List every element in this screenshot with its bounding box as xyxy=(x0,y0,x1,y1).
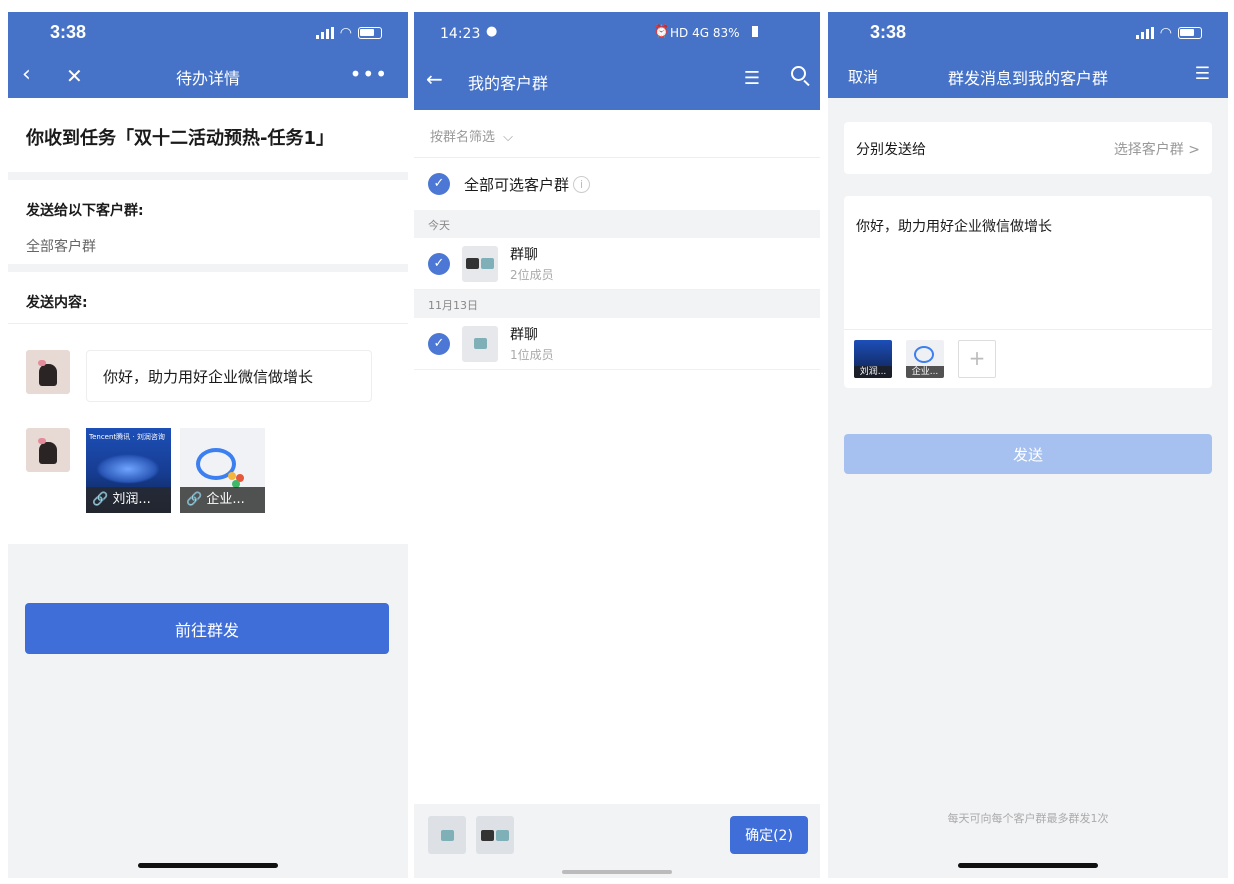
link-icon: 🔗 xyxy=(92,492,109,507)
section-header: 今天 xyxy=(414,210,820,238)
header: 3:38 ◠ ‹ ✕ 待办详情 ••• xyxy=(8,12,408,98)
link-caption: 刘润... xyxy=(112,492,151,507)
home-indicator xyxy=(138,863,278,868)
page-title: 待办详情 xyxy=(175,69,240,88)
message-editor: 你好，助力用好企业微信做增长 刘润... 企业... + xyxy=(844,196,1212,388)
group-members: 1位成员 xyxy=(510,348,554,362)
message-text: 你好，助力用好企业微信做增长 xyxy=(103,368,314,386)
card-brand: Tencent腾讯 · 刘润咨询 xyxy=(89,433,165,441)
attach-thumb-wecom[interactable]: 企业... xyxy=(906,340,944,378)
select-all-label: 全部可选客户群 xyxy=(464,175,570,194)
select-all-row[interactable]: ✓ 全部可选客户群 i xyxy=(414,158,820,210)
avatar xyxy=(26,350,70,394)
status-time: 3:38 xyxy=(870,22,907,42)
more-icon[interactable]: ••• xyxy=(350,62,388,86)
signal-icon xyxy=(315,27,334,39)
home-indicator xyxy=(562,870,672,874)
customer-group-screen: 14:23 ● ⏰ HD 4G 83% ← 我的客户群 ☰ 按群名筛选 ⌵ ✓ … xyxy=(414,12,820,878)
battery-icon xyxy=(1178,27,1202,39)
signal-icon xyxy=(1135,27,1154,39)
filter-label: 按群名筛选 xyxy=(430,130,496,145)
nav-bar: 取消 群发消息到我的客户群 ☰ xyxy=(828,54,1228,98)
link-caption: 企业... xyxy=(206,492,245,507)
send-to-label: 分别发送给 xyxy=(856,142,926,158)
stage-image xyxy=(96,454,160,484)
header: 3:38 ◠ 取消 群发消息到我的客户群 ☰ xyxy=(828,12,1228,98)
send-button[interactable]: 发送 xyxy=(844,434,1212,474)
checked-icon[interactable]: ✓ xyxy=(428,332,450,355)
filter-bar[interactable]: 按群名筛选 ⌵ xyxy=(414,110,820,158)
wifi-icon: ◠ xyxy=(1159,25,1172,41)
group-row[interactable]: ✓ 群聊 2位成员 xyxy=(414,238,820,290)
sort-icon[interactable]: ☰ xyxy=(744,68,760,89)
selected-group-avatar[interactable] xyxy=(476,816,514,854)
battery-icon xyxy=(752,26,758,37)
todo-detail-screen: 3:38 ◠ ‹ ✕ 待办详情 ••• 你收到任务「双十二活动预热-任务1」 发… xyxy=(8,12,408,878)
section-header: 11月13日 xyxy=(414,290,820,318)
wecom-logo-icon xyxy=(914,346,934,363)
task-title-card: 你收到任务「双十二活动预热-任务1」 xyxy=(8,98,408,172)
footer-note: 每天可向每个客户群最多群发1次 xyxy=(947,812,1109,825)
group-row[interactable]: ✓ 群聊 1位成员 xyxy=(414,318,820,370)
attach-caption: 企业... xyxy=(906,366,944,378)
link-card-article[interactable]: Tencent腾讯 · 刘润咨询 🔗 刘润... xyxy=(86,428,171,513)
message-textarea[interactable]: 你好，助力用好企业微信做增长 xyxy=(844,196,1212,330)
status-time: 3:38 xyxy=(50,22,87,42)
checked-icon[interactable]: ✓ xyxy=(428,173,450,195)
content-card: 发送内容: 你好，助力用好企业微信做增长 Tencent腾讯 · 刘润咨询 🔗 … xyxy=(8,272,408,544)
chevron-down-icon: ⌵ xyxy=(503,130,514,145)
send-to-value: 全部客户群 xyxy=(26,239,96,255)
status-right: HD 4G 83% xyxy=(670,26,740,40)
alarm-icon: ⏰ xyxy=(654,24,669,38)
page-title: 我的客户群 xyxy=(468,74,549,93)
page-title: 群发消息到我的客户群 xyxy=(947,69,1108,88)
go-broadcast-button[interactable]: 前往群发 xyxy=(25,603,389,654)
selected-group-avatar[interactable] xyxy=(428,816,466,854)
content-label: 发送内容: xyxy=(8,272,408,324)
send-to-row[interactable]: 分别发送给 选择客户群 > xyxy=(844,122,1212,174)
choose-group-link[interactable]: 选择客户群 > xyxy=(1114,139,1200,159)
status-bar: 3:38 ◠ xyxy=(828,12,1228,54)
home-indicator xyxy=(958,863,1098,868)
info-icon[interactable]: i xyxy=(573,175,591,193)
send-to-label: 发送给以下客户群: xyxy=(26,203,144,219)
link-card-wecom[interactable]: 🔗 企业... xyxy=(180,428,265,513)
checked-icon[interactable]: ✓ xyxy=(428,252,450,275)
group-name: 群聊 xyxy=(510,247,538,263)
message-bubble: 你好，助力用好企业微信做增长 xyxy=(86,350,372,402)
confirm-button[interactable]: 确定(2) xyxy=(730,816,808,854)
status-bar: 3:38 ◠ xyxy=(8,12,408,54)
avatar xyxy=(26,428,70,472)
group-members: 2位成员 xyxy=(510,268,554,282)
nav-bar: ← 我的客户群 ☰ xyxy=(414,52,820,110)
group-name: 群聊 xyxy=(510,327,538,343)
header: 14:23 ● ⏰ HD 4G 83% ← 我的客户群 ☰ xyxy=(414,12,820,110)
back-arrow-icon[interactable]: ← xyxy=(426,67,443,91)
battery-icon xyxy=(358,27,382,39)
nav-bar: ‹ ✕ 待办详情 ••• xyxy=(8,54,408,98)
status-icons: ◠ xyxy=(1135,25,1202,41)
wifi-icon: ◠ xyxy=(339,25,352,41)
group-avatar xyxy=(462,245,498,282)
history-icon[interactable]: ☰ xyxy=(1195,64,1210,84)
search-icon[interactable] xyxy=(791,66,806,81)
status-icons: ◠ xyxy=(315,25,382,41)
link-icon: 🔗 xyxy=(186,492,203,507)
attach-caption: 刘润... xyxy=(854,366,892,378)
selection-footer: 确定(2) xyxy=(414,804,820,878)
task-title: 你收到任务「双十二活动预热-任务1」 xyxy=(26,128,334,149)
send-to-card: 发送给以下客户群: 全部客户群 xyxy=(8,180,408,264)
broadcast-screen: 3:38 ◠ 取消 群发消息到我的客户群 ☰ 分别发送给 选择客户群 > 你好，… xyxy=(828,12,1228,878)
status-bar: 14:23 ● ⏰ HD 4G 83% xyxy=(414,12,820,52)
wechat-icon: ● xyxy=(486,24,498,39)
status-time: 14:23 xyxy=(440,26,481,42)
attach-thumb-article[interactable]: 刘润... xyxy=(854,340,892,378)
add-attachment-button[interactable]: + xyxy=(958,340,996,378)
group-avatar xyxy=(462,325,498,362)
